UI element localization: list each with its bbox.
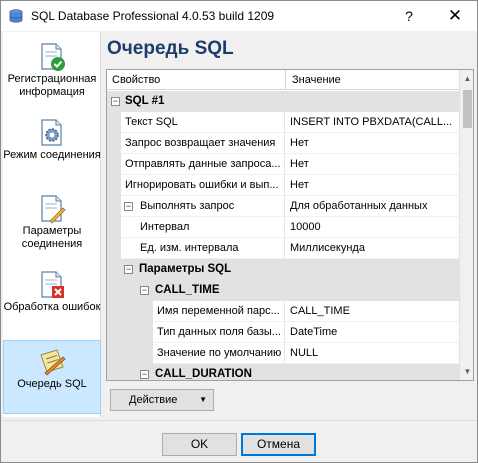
database-app-icon — [9, 9, 23, 23]
document-check-icon — [41, 43, 65, 71]
collapse-toggle[interactable]: − — [111, 97, 120, 106]
property-name: Имя переменной парс... — [153, 301, 285, 322]
property-value[interactable]: Нет — [287, 133, 459, 154]
property-grid[interactable]: Свойство Значение − SQL #1 Текст SQL INS… — [106, 69, 474, 381]
sidebar-item-registration[interactable]: Регистрационная информация — [3, 36, 101, 110]
property-row[interactable]: Игнорировать ошибки и вып... Нет — [107, 175, 459, 196]
sidebar-item-connection-params[interactable]: Параметры соединения — [3, 188, 101, 262]
property-row[interactable]: Отправлять данные запроса... Нет — [107, 154, 459, 175]
dialog-window: SQL Database Professional 4.0.53 build 1… — [0, 0, 478, 463]
title-bar: SQL Database Professional 4.0.53 build 1… — [1, 1, 477, 31]
property-value[interactable]: Для обработанных данных — [287, 196, 459, 217]
sidebar-item-sql-queue[interactable]: Очередь SQL — [3, 340, 101, 414]
category-label: CALL_TIME — [155, 284, 220, 296]
property-row[interactable]: Значение по умолчанию NULL — [107, 343, 459, 364]
property-name: Ед. изм. интервала — [137, 238, 285, 259]
property-name: Отправлять данные запроса... — [121, 154, 285, 175]
property-value[interactable]: INSERT INTO PBXDATA(CALL... — [287, 112, 459, 133]
property-row[interactable]: Имя переменной парс... CALL_TIME — [107, 301, 459, 322]
property-name: Интервал — [137, 217, 285, 238]
grid-header: Свойство Значение — [107, 70, 459, 90]
property-value[interactable]: CALL_TIME — [287, 301, 459, 322]
dropdown-caret-icon: ▼ — [199, 395, 207, 404]
action-dropdown-button[interactable]: Действие ▼ — [110, 389, 214, 411]
property-row[interactable]: Запрос возвращает значения Нет — [107, 133, 459, 154]
sidebar-item-label: Режим соединения — [3, 149, 101, 161]
property-row[interactable]: Тип данных поля базы... DateTime — [107, 322, 459, 343]
document-error-icon — [41, 271, 64, 298]
property-value[interactable]: 10000 — [287, 217, 459, 238]
category-row-call-time[interactable]: − CALL_TIME — [107, 280, 459, 301]
page-title: Очередь SQL — [107, 38, 234, 59]
category-label: Параметры SQL — [139, 263, 232, 275]
sidebar-item-label: Обработка ошибок — [3, 301, 101, 313]
property-row[interactable]: Текст SQL INSERT INTO PBXDATA(CALL... — [107, 112, 459, 133]
collapse-toggle[interactable]: − — [140, 370, 149, 379]
category-label: CALL_DURATION — [155, 368, 252, 380]
footer-divider — [1, 420, 477, 421]
header-value[interactable]: Значение — [287, 70, 341, 90]
category-label: SQL #1 — [125, 95, 165, 107]
property-name: Запрос возвращает значения — [121, 133, 285, 154]
category-row-sql1[interactable]: − SQL #1 — [107, 91, 459, 112]
help-button[interactable]: ? — [387, 1, 431, 31]
scroll-thumb[interactable] — [463, 90, 472, 128]
cancel-button[interactable]: Отмена — [241, 433, 316, 456]
property-value[interactable]: Нет — [287, 154, 459, 175]
category-row-call-duration[interactable]: − CALL_DURATION — [107, 364, 459, 380]
vertical-scrollbar[interactable]: ▲ ▼ — [459, 70, 473, 380]
close-button[interactable]: ✕ — [433, 1, 477, 31]
collapse-toggle[interactable]: − — [124, 202, 133, 211]
ok-button[interactable]: OK — [162, 433, 237, 456]
gear-document-icon — [41, 119, 62, 146]
sidebar: Регистрационная информация Режим соедине… — [3, 32, 101, 417]
property-row[interactable]: Интервал 10000 — [107, 217, 459, 238]
document-pencil-icon — [41, 195, 66, 224]
sidebar-item-label: Очередь SQL — [17, 378, 87, 390]
property-value[interactable]: NULL — [287, 343, 459, 364]
property-name: Значение по умолчанию — [153, 343, 285, 364]
property-row-expandable[interactable]: − Выполнять запрос Для обработанных данн… — [107, 196, 459, 217]
property-name: Текст SQL — [121, 112, 285, 133]
property-value[interactable]: DateTime — [287, 322, 459, 343]
property-value[interactable]: Миллисекунда — [287, 238, 459, 259]
sidebar-item-connection-mode[interactable]: Режим соединения — [3, 112, 101, 186]
sidebar-item-label: Параметры соединения — [21, 225, 83, 250]
sidebar-item-error-handling[interactable]: Обработка ошибок — [3, 264, 101, 338]
property-name: Тип данных поля базы... — [153, 322, 285, 343]
scroll-down-icon[interactable]: ▼ — [460, 363, 473, 380]
property-name: Выполнять запрос — [137, 196, 285, 217]
scroll-up-icon[interactable]: ▲ — [460, 70, 473, 87]
notepad-icon — [40, 349, 66, 376]
header-divider[interactable] — [285, 70, 286, 90]
collapse-toggle[interactable]: − — [124, 265, 133, 274]
window-title: SQL Database Professional 4.0.53 build 1… — [31, 9, 275, 23]
action-label: Действие — [129, 394, 178, 406]
collapse-toggle[interactable]: − — [140, 286, 149, 295]
property-value[interactable]: Нет — [287, 175, 459, 196]
property-row[interactable]: Ед. изм. интервала Миллисекунда — [107, 238, 459, 259]
property-name: Игнорировать ошибки и вып... — [121, 175, 285, 196]
category-row-sql-params[interactable]: − Параметры SQL — [107, 259, 459, 280]
sidebar-item-label: Регистрационная информация — [7, 73, 97, 98]
header-property[interactable]: Свойство — [107, 70, 160, 90]
